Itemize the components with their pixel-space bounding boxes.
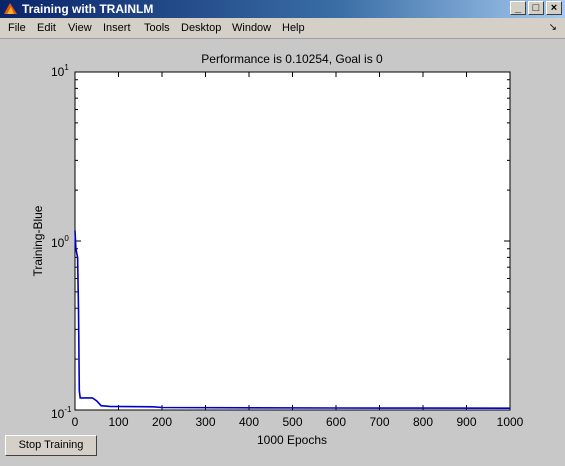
matlab-icon	[4, 3, 17, 14]
window-title: Training with TRAINLM	[22, 2, 154, 16]
x-tick-label: 200	[152, 415, 172, 429]
dock-arrow-icon[interactable]: ↘	[549, 22, 557, 33]
menu-edit[interactable]: Edit	[37, 22, 56, 34]
close-button[interactable]: ×	[546, 1, 562, 15]
stop-training-button[interactable]: Stop Training	[5, 435, 97, 456]
x-tick-label: 1000	[497, 415, 524, 429]
y-tick-label-10-0: 100	[51, 234, 69, 250]
x-axis-label: 1000 Epochs	[257, 433, 327, 447]
menu-window[interactable]: Window	[232, 22, 271, 34]
x-tick-label: 500	[282, 415, 302, 429]
x-tick-label: 900	[456, 415, 476, 429]
minimize-button[interactable]: _	[510, 1, 526, 15]
menu-file[interactable]: File	[8, 22, 26, 34]
x-tick-label: 100	[108, 415, 128, 429]
x-tick-label: 700	[369, 415, 389, 429]
y-tick-label-10-neg1: 10-1	[51, 405, 72, 421]
x-tick-label: 400	[239, 415, 259, 429]
figure-area: Performance is 0.10254, Goal is 0 Traini…	[0, 39, 565, 461]
menu-insert[interactable]: Insert	[103, 22, 131, 34]
y-tick-label-10-1: 101	[51, 63, 69, 79]
title-bar: Training with TRAINLM _ □ ×	[0, 0, 565, 18]
x-tick-label: 300	[195, 415, 215, 429]
x-tick-label: 0	[72, 415, 79, 429]
plot-area	[74, 71, 511, 411]
menu-desktop[interactable]: Desktop	[181, 22, 221, 34]
maximize-button[interactable]: □	[528, 1, 544, 15]
performance-plot: Performance is 0.10254, Goal is 0 Traini…	[31, 52, 524, 447]
menu-help[interactable]: Help	[282, 22, 305, 34]
menu-tools[interactable]: Tools	[144, 22, 170, 34]
x-tick-label: 800	[413, 415, 433, 429]
x-tick-label: 600	[326, 415, 346, 429]
menu-view[interactable]: View	[68, 22, 92, 34]
menu-bar: File Edit View Insert Tools Desktop Wind…	[0, 18, 565, 39]
plot-title: Performance is 0.10254, Goal is 0	[201, 52, 383, 66]
y-axis-label: Training-Blue	[31, 205, 45, 276]
